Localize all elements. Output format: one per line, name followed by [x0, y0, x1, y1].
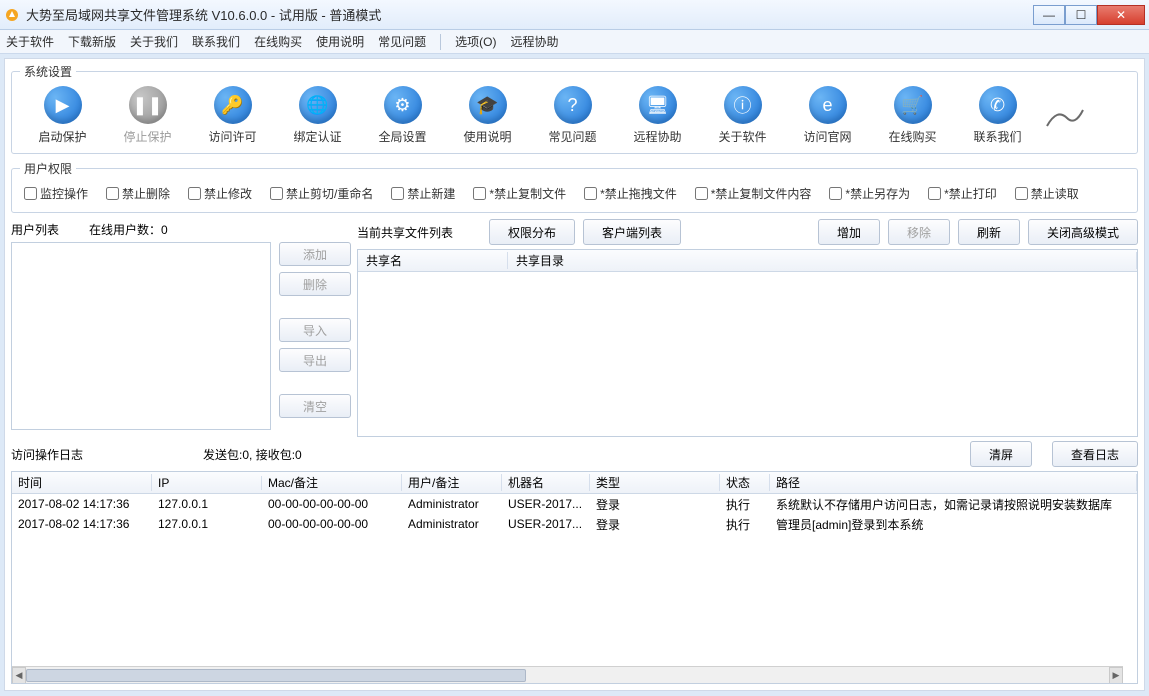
- perm-no-print[interactable]: *禁止打印: [928, 185, 997, 202]
- share-file-table[interactable]: 共享名 共享目录: [357, 249, 1138, 437]
- app-icon: [4, 7, 20, 23]
- gear-icon: ⚙: [384, 86, 422, 124]
- online-user-count: 在线用户数：0: [89, 221, 168, 238]
- tb-usage[interactable]: 🎓使用说明: [445, 86, 530, 145]
- share-list-title: 当前共享文件列表: [357, 224, 453, 241]
- log-view-button[interactable]: 查看日志: [1052, 441, 1138, 467]
- work-area: 系统设置 ▶启动保护 ❚❚停止保护 🔑访问许可 🌐绑定认证 ⚙全局设置 🎓使用说…: [4, 58, 1145, 691]
- log-row[interactable]: 2017-08-02 14:17:36 127.0.0.1 00-00-00-0…: [12, 514, 1137, 534]
- info-icon: ⓘ: [724, 86, 762, 124]
- log-col-ip: IP: [152, 476, 262, 490]
- menu-separator: [440, 34, 441, 50]
- menu-remote-assist[interactable]: 远程协助: [510, 33, 558, 50]
- perm-monitor[interactable]: 监控操作: [24, 185, 88, 202]
- title-bar: 大势至局域网共享文件管理系统 V10.6.0.0 - 试用版 - 普通模式 — …: [0, 0, 1149, 30]
- perm-no-modify[interactable]: 禁止修改: [188, 185, 252, 202]
- close-advanced-mode-button[interactable]: 关闭高级模式: [1028, 219, 1138, 245]
- userlist-clear-button[interactable]: 清空: [279, 394, 351, 418]
- menu-buy-online[interactable]: 在线购买: [254, 33, 302, 50]
- tb-faq[interactable]: ?常见问题: [530, 86, 615, 145]
- perm-no-create[interactable]: 禁止新建: [391, 185, 455, 202]
- packet-stats: 发送包:0, 接收包:0: [203, 446, 302, 463]
- cart-icon: 🛒: [894, 86, 932, 124]
- pause-icon: ❚❚: [129, 86, 167, 124]
- perm-no-delete[interactable]: 禁止删除: [106, 185, 170, 202]
- user-list-title: 用户列表: [11, 221, 59, 238]
- brand-logo: [1040, 86, 1090, 145]
- perm-distribution-button[interactable]: 权限分布: [489, 219, 575, 245]
- window-title: 大势至局域网共享文件管理系统 V10.6.0.0 - 试用版 - 普通模式: [26, 5, 1033, 24]
- key-icon: 🔑: [214, 86, 252, 124]
- user-permissions-legend: 用户权限: [20, 160, 76, 177]
- menu-download-new[interactable]: 下载新版: [68, 33, 116, 50]
- log-col-time: 时间: [12, 474, 152, 491]
- share-refresh-button[interactable]: 刷新: [958, 219, 1020, 245]
- log-title: 访问操作日志: [11, 446, 83, 463]
- log-col-host: 机器名: [502, 474, 590, 491]
- user-list-box[interactable]: [11, 242, 271, 430]
- scroll-thumb[interactable]: [26, 669, 526, 682]
- menu-about-us[interactable]: 关于我们: [130, 33, 178, 50]
- tb-contact[interactable]: ✆联系我们: [955, 86, 1040, 145]
- ie-icon: e: [809, 86, 847, 124]
- menu-about-software[interactable]: 关于软件: [6, 33, 54, 50]
- maximize-button[interactable]: ☐: [1065, 5, 1097, 25]
- globe-icon: 🌐: [299, 86, 337, 124]
- perm-no-copy-file[interactable]: *禁止复制文件: [473, 185, 566, 202]
- tb-remote[interactable]: 🖥远程协助: [615, 86, 700, 145]
- share-col-dir: 共享目录: [508, 252, 1137, 269]
- tb-global-settings[interactable]: ⚙全局设置: [360, 86, 445, 145]
- log-clear-button[interactable]: 清屏: [970, 441, 1032, 467]
- book-icon: 🎓: [469, 86, 507, 124]
- perm-no-save-as[interactable]: *禁止另存为: [829, 185, 910, 202]
- tb-access-permit[interactable]: 🔑访问许可: [190, 86, 275, 145]
- horizontal-scrollbar[interactable]: ◀ ▶: [12, 666, 1123, 683]
- perm-no-cut-rename[interactable]: 禁止剪切/重命名: [270, 185, 373, 202]
- menu-options[interactable]: 选项(O): [455, 33, 496, 50]
- userlist-import-button[interactable]: 导入: [279, 318, 351, 342]
- perm-no-copy-content[interactable]: *禁止复制文件内容: [695, 185, 812, 202]
- user-permissions-group: 用户权限 监控操作 禁止删除 禁止修改 禁止剪切/重命名 禁止新建 *禁止复制文…: [11, 160, 1138, 213]
- log-table[interactable]: 时间 IP Mac/备注 用户/备注 机器名 类型 状态 路径 2017-08-…: [11, 471, 1138, 684]
- phone-icon: ✆: [979, 86, 1017, 124]
- tb-about[interactable]: ⓘ关于软件: [700, 86, 785, 145]
- share-add-button[interactable]: 增加: [818, 219, 880, 245]
- scroll-left-icon[interactable]: ◀: [12, 667, 26, 684]
- perm-no-drag-file[interactable]: *禁止拖拽文件: [584, 185, 677, 202]
- log-row[interactable]: 2017-08-02 14:17:36 127.0.0.1 00-00-00-0…: [12, 494, 1137, 514]
- tb-buy[interactable]: 🛒在线购买: [870, 86, 955, 145]
- tb-stop-protect[interactable]: ❚❚停止保护: [105, 86, 190, 145]
- share-col-name: 共享名: [358, 252, 508, 269]
- menu-bar: 关于软件 下载新版 关于我们 联系我们 在线购买 使用说明 常见问题 选项(O)…: [0, 30, 1149, 54]
- perm-no-read[interactable]: 禁止读取: [1015, 185, 1079, 202]
- question-icon: ?: [554, 86, 592, 124]
- log-col-status: 状态: [720, 474, 770, 491]
- minimize-button[interactable]: —: [1033, 5, 1065, 25]
- client-list-button[interactable]: 客户端列表: [583, 219, 681, 245]
- userlist-add-button[interactable]: 添加: [279, 242, 351, 266]
- log-col-user: 用户/备注: [402, 474, 502, 491]
- share-remove-button[interactable]: 移除: [888, 219, 950, 245]
- play-icon: ▶: [44, 86, 82, 124]
- close-button[interactable]: ✕: [1097, 5, 1145, 25]
- system-settings-legend: 系统设置: [20, 63, 76, 80]
- menu-usage[interactable]: 使用说明: [316, 33, 364, 50]
- log-col-type: 类型: [590, 474, 720, 491]
- tb-website[interactable]: e访问官网: [785, 86, 870, 145]
- menu-faq[interactable]: 常见问题: [378, 33, 426, 50]
- menu-contact-us[interactable]: 联系我们: [192, 33, 240, 50]
- log-col-mac: Mac/备注: [262, 474, 402, 491]
- remote-icon: 🖥: [639, 86, 677, 124]
- userlist-delete-button[interactable]: 删除: [279, 272, 351, 296]
- scroll-right-icon[interactable]: ▶: [1109, 667, 1123, 684]
- log-col-path: 路径: [770, 474, 1137, 491]
- tb-start-protect[interactable]: ▶启动保护: [20, 86, 105, 145]
- tb-bind-auth[interactable]: 🌐绑定认证: [275, 86, 360, 145]
- userlist-export-button[interactable]: 导出: [279, 348, 351, 372]
- system-settings-group: 系统设置 ▶启动保护 ❚❚停止保护 🔑访问许可 🌐绑定认证 ⚙全局设置 🎓使用说…: [11, 63, 1138, 154]
